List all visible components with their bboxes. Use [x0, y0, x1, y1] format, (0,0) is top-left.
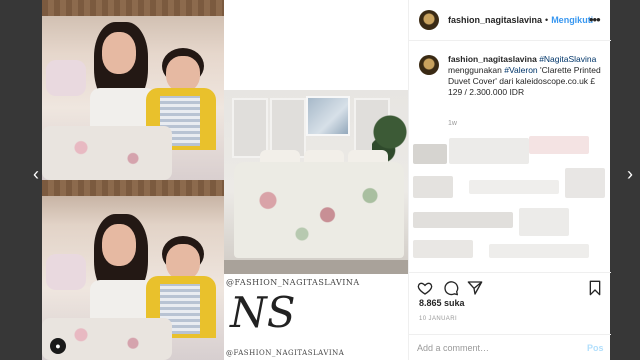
post-comment-button[interactable]: Pos: [587, 343, 604, 353]
floral-duvet-bed: [234, 162, 404, 258]
avatar[interactable]: [419, 10, 439, 30]
wall-panel: [232, 98, 268, 158]
post-date: 10 JANUARI: [419, 316, 458, 322]
watermark-panel: @FASHION_NAGITASLAVINA NS @FASHION_NAGIT…: [224, 274, 408, 360]
blur-block: [519, 208, 569, 236]
watermark-bottom-text: @FASHION_NAGITASLAVINA: [226, 349, 345, 357]
woman-face: [102, 224, 136, 266]
media-blank-area: [224, 0, 408, 90]
comment-bar: Pos: [409, 334, 611, 360]
wall-painting: [306, 96, 350, 136]
watermark-top-text: @FASHION_NAGITASLAVINA: [226, 278, 360, 287]
headboard-wood: [42, 0, 224, 16]
post-caption: fashion_nagitaslavina #NagitaSlavina men…: [419, 54, 604, 98]
photo-mother-son-bottom: [42, 180, 224, 360]
post-age: 1w: [448, 120, 457, 127]
blur-block: [565, 168, 605, 198]
blur-block: [413, 240, 473, 258]
pillow: [46, 254, 86, 290]
floral-blanket: [42, 126, 172, 180]
caption-text-part: menggunakan: [448, 65, 502, 75]
heart-icon[interactable]: [417, 280, 433, 296]
caption-avatar[interactable]: [419, 55, 439, 75]
blurred-comments-area: [409, 132, 611, 270]
boy-face: [166, 244, 200, 280]
post-info-panel: fashion_nagitaslavina • Mengikuti ••• fa…: [408, 0, 611, 360]
share-icon[interactable]: [467, 280, 483, 296]
user-tag-icon[interactable]: ●: [50, 338, 66, 354]
watermark-monogram: NS: [230, 288, 296, 337]
blur-block: [489, 244, 589, 258]
hashtag-link[interactable]: #NagitaSlavina: [539, 54, 596, 64]
photo-mother-son-top: [42, 0, 224, 180]
following-button[interactable]: Mengikuti: [551, 15, 593, 25]
action-bar: [409, 272, 611, 300]
likes-count[interactable]: 8.865 suka: [419, 298, 465, 308]
header-username[interactable]: fashion_nagitaslavina: [448, 15, 542, 25]
blur-block: [469, 180, 559, 194]
caption-username[interactable]: fashion_nagitaslavina: [448, 54, 537, 64]
caption-text: fashion_nagitaslavina #NagitaSlavina men…: [448, 54, 604, 98]
boy-face: [166, 56, 200, 92]
blur-block: [413, 212, 513, 228]
chevron-right-icon[interactable]: ›: [622, 164, 638, 184]
headboard-wood: [42, 180, 224, 196]
post-media[interactable]: @FASHION_NAGITASLAVINA NS @FASHION_NAGIT…: [42, 0, 408, 360]
floor: [224, 260, 408, 274]
header-separator: •: [545, 15, 549, 25]
bookmark-icon[interactable]: [587, 280, 603, 296]
photo-bedroom-duvet: [224, 90, 408, 274]
hashtag-link[interactable]: #Valeron: [504, 65, 537, 75]
comment-icon[interactable]: [443, 280, 459, 296]
post-header: fashion_nagitaslavina • Mengikuti •••: [409, 0, 611, 41]
blur-block: [413, 144, 447, 164]
pillow: [46, 60, 86, 96]
post-modal: @FASHION_NAGITASLAVINA NS @FASHION_NAGIT…: [42, 0, 611, 360]
more-options-icon[interactable]: •••: [589, 12, 601, 27]
wall-panel: [270, 98, 306, 158]
blur-block: [413, 176, 453, 198]
comment-input[interactable]: [417, 340, 567, 356]
blur-block: [529, 136, 589, 154]
blur-block: [449, 138, 529, 164]
woman-face: [102, 32, 136, 74]
